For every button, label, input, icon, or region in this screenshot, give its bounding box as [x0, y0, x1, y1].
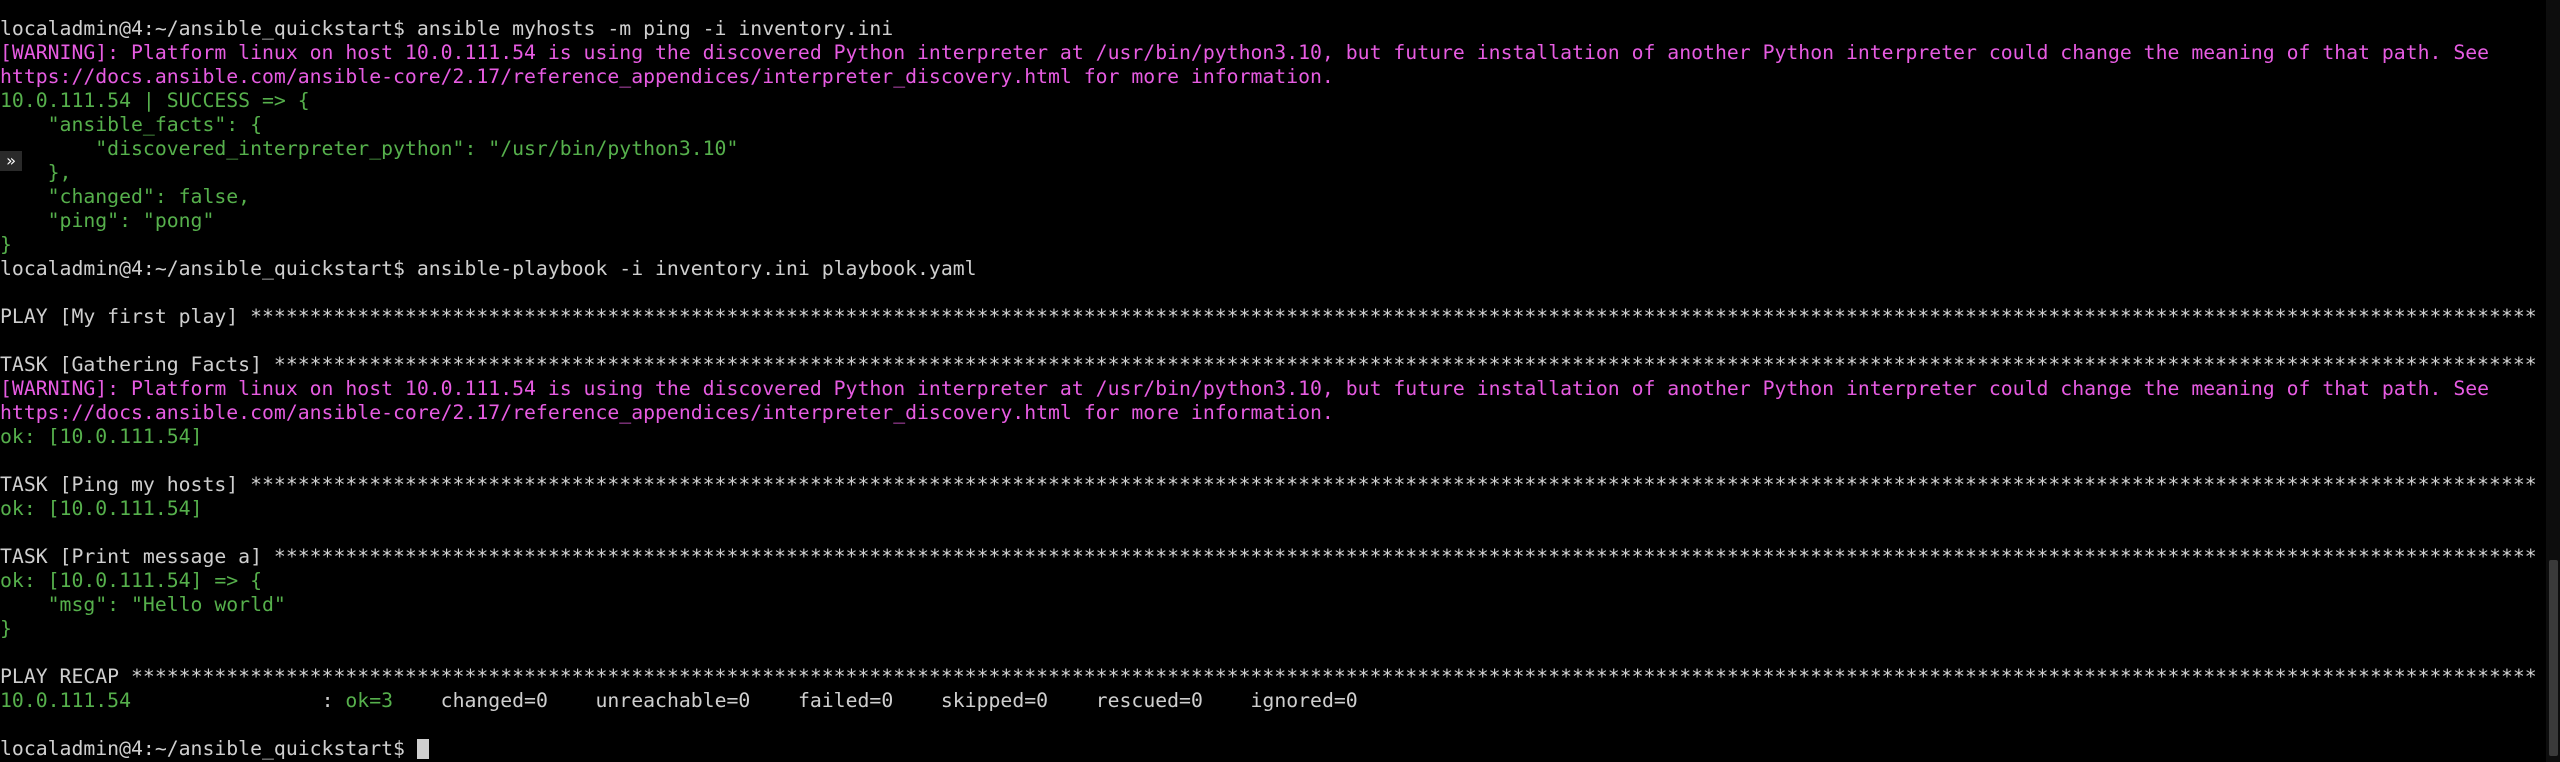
terminal-text-segment: 10.0.111.54 [0, 689, 132, 712]
terminal-text-segment: "ping": "pong" [0, 209, 215, 232]
terminal-text-segment: changed=0 unreachable=0 failed=0 skipped… [393, 689, 1358, 712]
terminal-text-segment: ok: [10.0.111.54] => { [0, 569, 263, 592]
terminal-text-segment: PLAY [My first play] *******************… [0, 305, 2538, 328]
terminal-text-segment: ok: [10.0.111.54] [0, 497, 203, 520]
terminal-output[interactable]: localadmin@4:~/ansible_quickstart$ ansib… [0, 17, 2538, 761]
terminal-text-segment: PLAY RECAP *****************************… [0, 665, 2538, 688]
terminal-text-segment: TASK [Print message a] *****************… [0, 545, 2538, 568]
terminal-line: [WARNING]: Platform linux on host 10.0.1… [0, 41, 2538, 65]
scrollbar[interactable] [2546, 0, 2560, 762]
terminal-line: PLAY [My first play] *******************… [0, 305, 2538, 329]
terminal-text-segment: https://docs.ansible.com/ansible-core/2.… [0, 401, 1334, 424]
terminal-text-segment: TASK [Ping my hosts] *******************… [0, 473, 2538, 496]
terminal-line: TASK [Print message a] *****************… [0, 545, 2538, 569]
terminal-line: "msg": "Hello world" [0, 593, 2538, 617]
terminal-window[interactable]: localadmin@4:~/ansible_quickstart$ ansib… [0, 0, 2560, 762]
terminal-line: TASK [Ping my hosts] *******************… [0, 473, 2538, 497]
terminal-line: localadmin@4:~/ansible_quickstart$ [0, 737, 2538, 761]
terminal-line: "changed": false, [0, 185, 2538, 209]
terminal-text-segment: localadmin@4:~/ansible_quickstart$ [0, 737, 417, 760]
terminal-line: [WARNING]: Platform linux on host 10.0.1… [0, 377, 2538, 401]
terminal-line: "ansible_facts": { [0, 113, 2538, 137]
terminal-text-segment: ok=3 [345, 689, 394, 712]
terminal-line: 10.0.111.54 : ok=3 changed=0 unreachable… [0, 689, 2538, 713]
terminal-line: }, [0, 161, 2538, 185]
scrollbar-thumb[interactable] [2549, 560, 2558, 756]
terminal-line: https://docs.ansible.com/ansible-core/2.… [0, 65, 2538, 89]
terminal-line: PLAY RECAP *****************************… [0, 665, 2538, 689]
terminal-line: "discovered_interpreter_python": "/usr/b… [0, 137, 2538, 161]
terminal-text-segment: } [0, 617, 12, 640]
terminal-text-segment: "changed": false, [0, 185, 251, 208]
side-marker-icon: » [0, 151, 22, 171]
terminal-text-segment: https://docs.ansible.com/ansible-core/2.… [0, 65, 1334, 88]
terminal-line: "ping": "pong" [0, 209, 2538, 233]
terminal-line: 10.0.111.54 | SUCCESS => { [0, 89, 2538, 113]
terminal-text-segment: TASK [Gathering Facts] *****************… [0, 353, 2538, 376]
terminal-line: } [0, 617, 2538, 641]
terminal-text-segment: localadmin@4:~/ansible_quickstart$ ansib… [0, 17, 894, 40]
terminal-text-segment: [WARNING]: Platform linux on host 10.0.1… [0, 377, 2490, 400]
terminal-line: TASK [Gathering Facts] *****************… [0, 353, 2538, 377]
terminal-line: ok: [10.0.111.54] [0, 425, 2538, 449]
terminal-line: ok: [10.0.111.54] => { [0, 569, 2538, 593]
terminal-text-segment: ok: [10.0.111.54] [0, 425, 203, 448]
terminal-text-segment: localadmin@4:~/ansible_quickstart$ ansib… [0, 257, 977, 280]
terminal-line: localadmin@4:~/ansible_quickstart$ ansib… [0, 257, 2538, 281]
terminal-text-segment: : [131, 689, 346, 712]
terminal-text-segment: 10.0.111.54 | SUCCESS => { [0, 89, 310, 112]
terminal-line: ok: [10.0.111.54] [0, 497, 2538, 521]
terminal-text-segment: } [0, 233, 12, 256]
terminal-line: localadmin@4:~/ansible_quickstart$ ansib… [0, 17, 2538, 41]
terminal-text-segment: "msg": "Hello world" [0, 593, 286, 616]
terminal-line: } [0, 233, 2538, 257]
terminal-text-segment: "discovered_interpreter_python": "/usr/b… [0, 137, 739, 160]
terminal-cursor[interactable] [416, 739, 429, 759]
terminal-text-segment: "ansible_facts": { [0, 113, 263, 136]
terminal-line: https://docs.ansible.com/ansible-core/2.… [0, 401, 2538, 425]
terminal-text-segment: [WARNING]: Platform linux on host 10.0.1… [0, 41, 2490, 64]
